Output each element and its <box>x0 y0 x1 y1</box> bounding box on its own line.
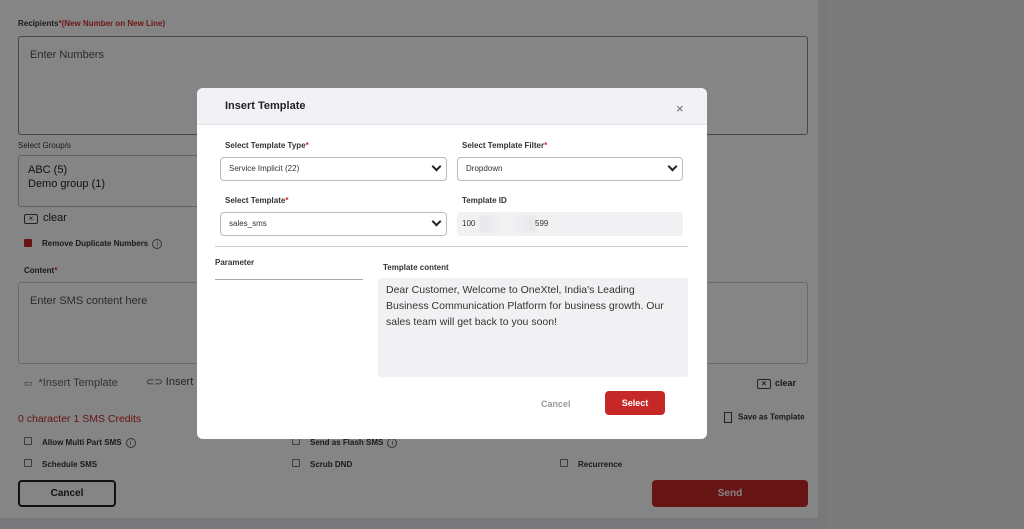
redacted-mask <box>479 216 535 232</box>
chevron-down-icon <box>431 161 442 172</box>
template-filter-select[interactable]: Dropdown <box>457 157 683 181</box>
insert-template-modal: Insert Template × Select Template Type* … <box>197 88 707 439</box>
template-label: Select Template* <box>225 196 289 205</box>
modal-select-button[interactable]: Select <box>605 391 665 415</box>
parameter-label: Parameter <box>215 258 255 267</box>
template-content-label: Template content <box>383 263 449 272</box>
parameter-underline <box>215 279 363 280</box>
template-type-select[interactable]: Service Implicit (22) <box>220 157 447 181</box>
template-content-text: Dear Customer, Welcome to OneXtel, India… <box>378 278 688 377</box>
template-select[interactable]: sales_sms <box>220 212 447 236</box>
template-id-field: 100 599 <box>457 212 683 236</box>
template-id-label: Template ID <box>462 196 507 205</box>
template-filter-label: Select Template Filter* <box>462 141 548 150</box>
modal-header: Insert Template × <box>197 88 707 125</box>
section-divider <box>215 246 688 247</box>
modal-title: Insert Template <box>225 100 306 112</box>
chevron-down-icon <box>667 161 678 172</box>
close-icon[interactable]: × <box>676 102 684 115</box>
chevron-down-icon <box>431 216 442 227</box>
modal-cancel-button[interactable]: Cancel <box>541 399 571 409</box>
template-type-label: Select Template Type* <box>225 141 309 150</box>
